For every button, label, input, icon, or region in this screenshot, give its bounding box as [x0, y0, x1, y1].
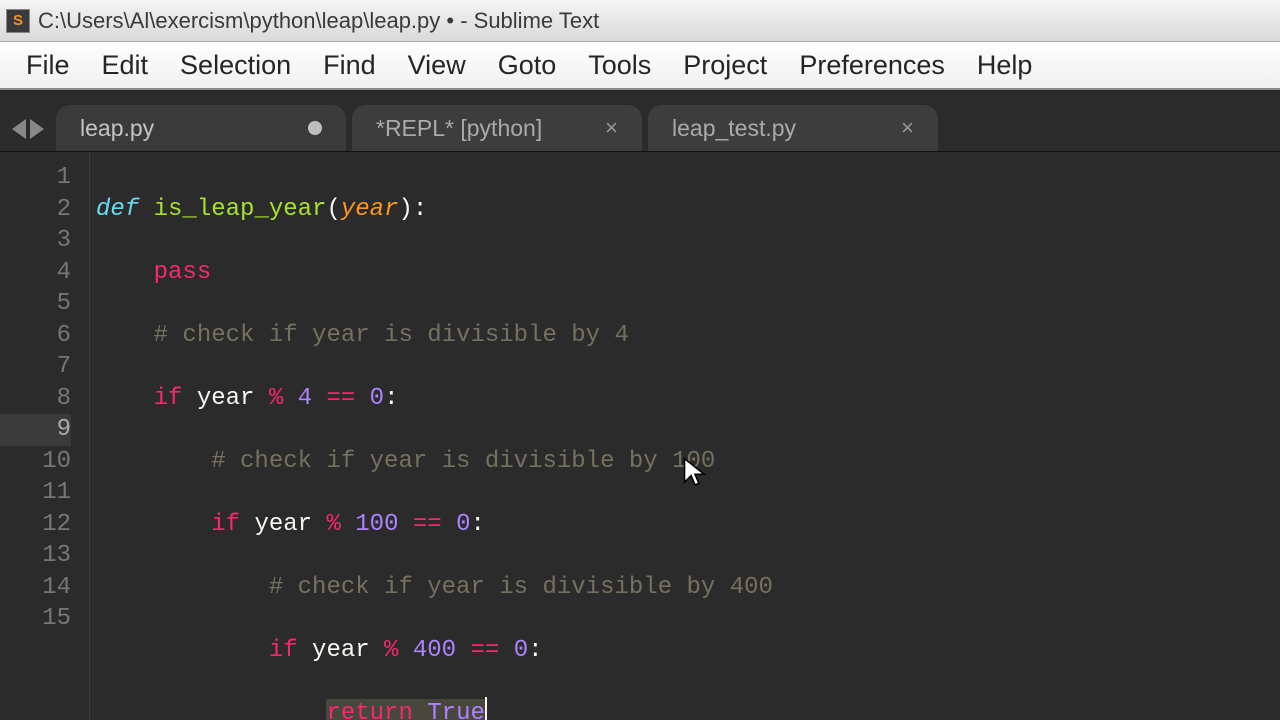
var-year: year — [312, 637, 370, 664]
line-number-gutter: 123456789101112131415 — [0, 152, 90, 720]
number: 4 — [298, 385, 312, 412]
indent — [96, 574, 269, 601]
window-title: C:\Users\Al\exercism\python\leap\leap.py… — [38, 8, 599, 34]
tab-label: *REPL* [python] — [376, 115, 605, 142]
comment: # check if year is divisible by 4 — [154, 322, 629, 349]
line-number: 15 — [0, 603, 71, 635]
menu-edit[interactable]: Edit — [86, 46, 165, 85]
paren-colon: ): — [398, 196, 427, 223]
keyword-return: return — [326, 700, 412, 720]
menu-preferences[interactable]: Preferences — [783, 46, 961, 85]
number-zero: 0 — [370, 385, 384, 412]
menu-find[interactable]: Find — [307, 46, 392, 85]
tab-leap-test-py[interactable]: leap_test.py × — [648, 105, 938, 151]
number: 100 — [355, 511, 398, 538]
space — [240, 511, 254, 538]
menu-bar: File Edit Selection Find View Goto Tools… — [0, 42, 1280, 90]
line-number: 12 — [0, 509, 71, 541]
keyword-if: if — [154, 385, 183, 412]
tab-label: leap.py — [80, 115, 308, 142]
operator: % — [370, 637, 413, 664]
code-area[interactable]: def is_leap_year(year): pass # check if … — [90, 152, 1280, 720]
indent — [96, 511, 211, 538]
space — [182, 385, 196, 412]
line-number: 5 — [0, 288, 71, 320]
menu-tools[interactable]: Tools — [572, 46, 667, 85]
code-editor[interactable]: 123456789101112131415 def is_leap_year(y… — [0, 152, 1280, 720]
tab-nav-arrows — [8, 119, 56, 151]
comment: # check if year is divisible by 400 — [269, 574, 773, 601]
line-number: 2 — [0, 194, 71, 226]
app-icon: S — [6, 9, 30, 33]
line-number: 1 — [0, 162, 71, 194]
line-number: 11 — [0, 477, 71, 509]
line-number: 13 — [0, 540, 71, 572]
space — [298, 637, 312, 664]
menu-view[interactable]: View — [392, 46, 482, 85]
dirty-indicator-icon — [308, 121, 322, 135]
operator: % — [312, 511, 355, 538]
line-number: 7 — [0, 351, 71, 383]
colon: : — [471, 511, 485, 538]
indent — [96, 322, 154, 349]
line-number: 14 — [0, 572, 71, 604]
keyword-def: def — [96, 196, 139, 223]
indent — [96, 700, 326, 720]
indent — [96, 259, 154, 286]
menu-selection[interactable]: Selection — [164, 46, 307, 85]
var-year: year — [254, 511, 312, 538]
line-number: 4 — [0, 257, 71, 289]
colon: : — [384, 385, 398, 412]
keyword-if: if — [269, 637, 298, 664]
menu-help[interactable]: Help — [961, 46, 1049, 85]
tab-prev-icon[interactable] — [12, 119, 26, 139]
tab-repl-python[interactable]: *REPL* [python] × — [352, 105, 642, 151]
number: 400 — [413, 637, 456, 664]
const-true: True — [427, 700, 485, 720]
comment: # check if year is divisible by 100 — [211, 448, 715, 475]
tab-bar: leap.py *REPL* [python] × leap_test.py × — [0, 90, 1280, 152]
tab-leap-py[interactable]: leap.py — [56, 105, 346, 151]
close-icon[interactable]: × — [605, 115, 618, 141]
number-zero: 0 — [456, 511, 470, 538]
text-selection: return True — [326, 699, 484, 720]
tab-next-icon[interactable] — [30, 119, 44, 139]
window-titlebar: S C:\Users\Al\exercism\python\leap\leap.… — [0, 0, 1280, 42]
tab-label: leap_test.py — [672, 115, 901, 142]
indent — [96, 637, 269, 664]
indent — [96, 448, 211, 475]
line-number: 8 — [0, 383, 71, 415]
function-name: is_leap_year — [154, 196, 327, 223]
text-caret — [485, 697, 487, 720]
menu-project[interactable]: Project — [667, 46, 783, 85]
line-number: 6 — [0, 320, 71, 352]
operator-eq: == — [398, 511, 456, 538]
close-icon[interactable]: × — [901, 115, 914, 141]
indent — [96, 385, 154, 412]
line-number: 3 — [0, 225, 71, 257]
param-year: year — [341, 196, 399, 223]
paren: ( — [326, 196, 340, 223]
space — [413, 700, 427, 720]
line-number: 9 — [0, 414, 71, 446]
operator-eq: == — [312, 385, 370, 412]
line-number: 10 — [0, 446, 71, 478]
colon: : — [528, 637, 542, 664]
menu-file[interactable]: File — [10, 46, 86, 85]
operator-eq: == — [456, 637, 514, 664]
keyword-pass: pass — [154, 259, 212, 286]
var-year: year — [197, 385, 255, 412]
menu-goto[interactable]: Goto — [482, 46, 573, 85]
keyword-if: if — [211, 511, 240, 538]
number-zero: 0 — [514, 637, 528, 664]
operator: % — [254, 385, 297, 412]
